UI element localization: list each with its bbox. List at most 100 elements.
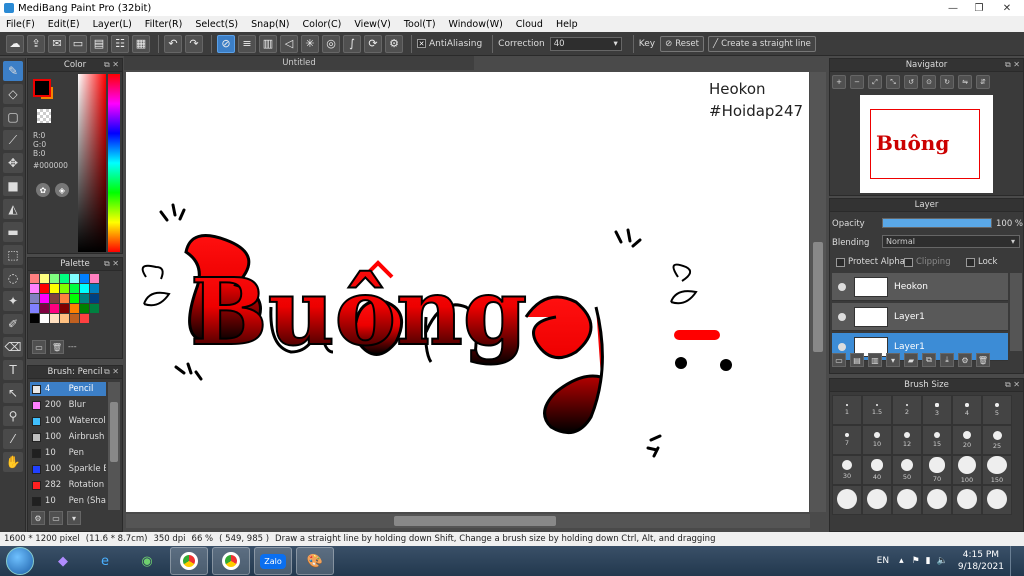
brush-list-item[interactable]: 282 Rotation <box>30 478 106 492</box>
brush-size-cell[interactable]: 12 <box>892 425 922 455</box>
select-pen-tool-icon[interactable]: ✐ <box>3 314 23 334</box>
palette-swatch[interactable] <box>40 284 49 293</box>
new-file-icon[interactable]: ▭ <box>69 34 87 53</box>
select-eraser-tool-icon[interactable]: ⌫ <box>3 337 23 357</box>
share-icon[interactable]: ⇪ <box>27 34 45 53</box>
brush-size-cell[interactable]: 30 <box>832 455 862 485</box>
canvas-horizontal-scrollbar[interactable] <box>126 514 810 528</box>
ie-icon[interactable]: e <box>86 547 124 575</box>
lock-option[interactable]: Lock <box>966 257 997 267</box>
brush-list-scrollbar[interactable] <box>108 382 120 510</box>
language-indicator[interactable]: EN <box>877 556 889 566</box>
vanishing-snap-icon[interactable]: ◁ <box>280 34 298 53</box>
reset-button[interactable]: ⊘ Reset <box>660 35 704 52</box>
snap-off-icon[interactable]: ⊘ <box>217 34 235 53</box>
fill-rect-tool-icon[interactable]: ■ <box>3 176 23 196</box>
hand-tool-icon[interactable]: ✋ <box>3 452 23 472</box>
panel-float-icon[interactable]: ⧉ ✕ <box>104 367 119 377</box>
add-brush-icon[interactable]: ▭ <box>49 511 63 525</box>
brush-list-item[interactable]: 100 Watercolor <box>30 414 106 428</box>
blending-select[interactable]: Normal ▾ <box>882 235 1020 248</box>
paint-icon[interactable]: 🎨 <box>296 547 334 575</box>
maximize-button[interactable]: ❐ <box>966 0 992 16</box>
antialiasing-checkbox[interactable]: ✕ <box>417 39 426 48</box>
move-tool-icon[interactable]: ✥ <box>3 153 23 173</box>
panel-float-icon[interactable]: ⧉ ✕ <box>104 259 119 269</box>
brush-list-item[interactable]: 100 Sparkle B <box>30 462 106 476</box>
rotate-left-icon[interactable]: ↺ <box>904 75 918 89</box>
layer-settings-icon[interactable]: ⚙ <box>958 353 972 367</box>
brush-size-cell[interactable]: 2 <box>892 395 922 425</box>
settings-gear-icon[interactable]: ⚙ <box>385 34 403 53</box>
navigator-thumbnail[interactable]: Buông <box>860 95 993 193</box>
palette-swatch[interactable] <box>40 304 49 313</box>
palette-swatch[interactable] <box>30 294 39 303</box>
lock-checkbox[interactable] <box>966 257 975 267</box>
menu-help[interactable]: Help <box>556 19 578 30</box>
brush-size-cell[interactable] <box>862 485 892 515</box>
brush-size-cell[interactable]: 3 <box>922 395 952 425</box>
palette-swatch[interactable] <box>40 294 49 303</box>
flag-icon[interactable]: ⚑ <box>912 556 920 566</box>
zoom-in-icon[interactable]: + <box>832 75 846 89</box>
palette-swatch[interactable] <box>70 284 79 293</box>
game-icon[interactable]: ◉ <box>128 547 166 575</box>
brush-size-cell[interactable] <box>952 485 982 515</box>
panel-float-icon[interactable]: ⧉ ✕ <box>1005 60 1020 70</box>
new-8bit-layer-icon[interactable]: ▥ <box>868 353 882 367</box>
parallel-snap-icon[interactable]: ≡ <box>238 34 256 53</box>
palette-swatch[interactable] <box>70 304 79 313</box>
menu-edit[interactable]: Edit(E) <box>48 19 80 30</box>
redo-icon[interactable]: ↷ <box>185 34 203 53</box>
brush-size-cell[interactable]: 20 <box>952 425 982 455</box>
brush-size-cell[interactable]: 150 <box>982 455 1012 485</box>
brush-list-item[interactable]: 100 Airbrush <box>30 430 106 444</box>
palette-swatch[interactable] <box>70 294 79 303</box>
close-button[interactable]: ✕ <box>994 0 1020 16</box>
brush-list-item[interactable]: 4 Pencil <box>30 382 106 396</box>
menu-color[interactable]: Color(C) <box>303 19 342 30</box>
correction-select[interactable]: 40 ▾ <box>549 36 622 51</box>
palette-swatch[interactable] <box>60 284 69 293</box>
brush-menu-icon[interactable]: ▾ <box>67 511 81 525</box>
canvas-vertical-scrollbar[interactable] <box>810 72 826 512</box>
actual-size-icon[interactable]: ⤡ <box>886 75 900 89</box>
flip-vertical-icon[interactable]: ⇵ <box>976 75 990 89</box>
brush-size-cell[interactable]: 1.5 <box>862 395 892 425</box>
transparent-swatch[interactable] <box>37 109 51 123</box>
tray-expand-icon[interactable]: ▴ <box>899 556 904 566</box>
color-picker-icon[interactable]: ◈ <box>55 183 69 197</box>
grid-icon[interactable]: ▦ <box>132 34 150 53</box>
clipping-option[interactable]: Clipping <box>904 257 951 267</box>
add-color-icon[interactable]: ▭ <box>32 340 46 354</box>
palette-more[interactable]: --- <box>68 340 77 354</box>
palette-swatch[interactable] <box>50 274 59 283</box>
circle-snap-icon[interactable]: ◎ <box>322 34 340 53</box>
brush-size-cell[interactable]: 50 <box>892 455 922 485</box>
layer-add-menu-icon[interactable]: ▾ <box>886 353 900 367</box>
palette-swatch[interactable] <box>80 304 89 313</box>
brush-size-cell[interactable] <box>892 485 922 515</box>
line-tool-icon[interactable]: ⟋ <box>3 130 23 150</box>
chrome-icon[interactable] <box>170 547 208 575</box>
layer-item[interactable]: Layer1 <box>832 303 1008 331</box>
menu-layer[interactable]: Layer(L) <box>93 19 132 30</box>
eraser-tool-icon[interactable]: ◇ <box>3 84 23 104</box>
brush-size-cell[interactable]: 100 <box>952 455 982 485</box>
volume-icon[interactable]: 🔈 <box>937 556 948 566</box>
palette-swatch[interactable] <box>80 314 89 323</box>
menu-tool[interactable]: Tool(T) <box>404 19 436 30</box>
palette-swatch[interactable] <box>60 314 69 323</box>
palette-swatch[interactable] <box>30 304 39 313</box>
eyedropper-tool-icon[interactable]: ⚲ <box>3 406 23 426</box>
brush-size-cell[interactable]: 4 <box>952 395 982 425</box>
list-icon[interactable]: ☷ <box>111 34 129 53</box>
palette-swatch[interactable] <box>60 304 69 313</box>
curve-snap-icon[interactable]: ∫ <box>343 34 361 53</box>
magic-wand-tool-icon[interactable]: ✦ <box>3 291 23 311</box>
visibility-eye-icon[interactable] <box>838 342 846 351</box>
text-tool-icon[interactable]: T <box>3 360 23 380</box>
folder-icon[interactable]: ▰ <box>904 353 918 367</box>
operation-tool-icon[interactable]: ↖ <box>3 383 23 403</box>
delete-layer-icon[interactable]: 🗑 <box>976 353 990 367</box>
